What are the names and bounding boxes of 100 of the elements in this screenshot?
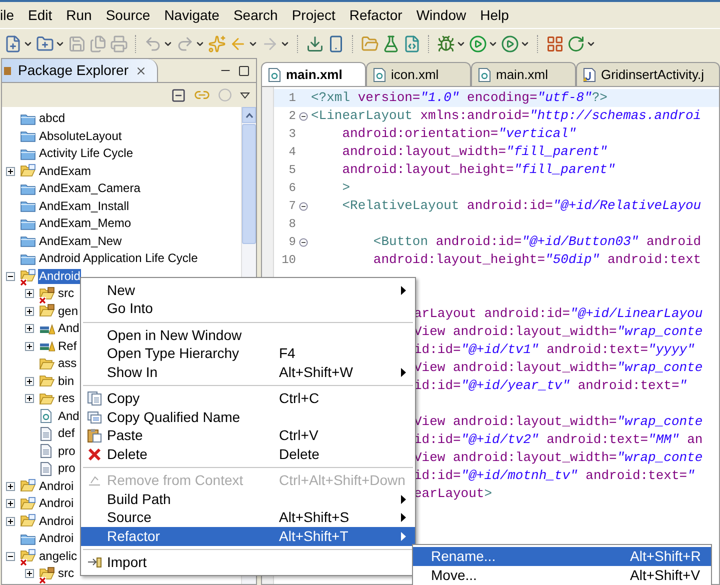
project-folder-icon bbox=[20, 164, 36, 178]
tree-item[interactable]: res bbox=[57, 391, 76, 406]
menu-bar-item[interactable]: Refactor bbox=[349, 4, 402, 26]
folder-icon bbox=[20, 182, 36, 196]
menu-bar-item[interactable]: Edit bbox=[28, 4, 52, 26]
menu-item[interactable]: Copy Qualified Name bbox=[81, 408, 415, 426]
menu-item[interactable]: Copy Ctrl+C bbox=[81, 390, 415, 408]
tree-item[interactable]: AndExam_Install bbox=[38, 198, 130, 214]
expand-toggle-icon[interactable] bbox=[25, 306, 34, 316]
expand-toggle-icon[interactable] bbox=[25, 342, 34, 351]
tree-item[interactable]: angelic bbox=[38, 548, 78, 564]
code-file-icon[interactable] bbox=[403, 34, 421, 52]
code-line: id:id="@+id/tv2" android:text="MM" an bbox=[414, 431, 703, 449]
menu-item[interactable]: Show In Alt+Shift+W bbox=[81, 363, 415, 382]
menu-bar-item[interactable]: Navigate bbox=[164, 4, 220, 26]
tree-item[interactable]: Android bbox=[38, 268, 82, 284]
project-folder-icon bbox=[20, 269, 36, 284]
tree-item[interactable]: AndExam_Memo bbox=[38, 216, 132, 232]
fold-icon[interactable] bbox=[299, 112, 308, 120]
tree-item[interactable]: AbsoluteLayout bbox=[38, 128, 123, 144]
code-line: <Button android:id="@+id/Button03" android bbox=[372, 233, 702, 251]
menu-item[interactable]: Delete Delete bbox=[81, 445, 415, 464]
play-tool-icon[interactable] bbox=[501, 34, 519, 52]
scrollbar-thumb[interactable] bbox=[242, 124, 256, 244]
expand-toggle-icon[interactable] bbox=[6, 516, 15, 526]
collapse-all-icon[interactable] bbox=[171, 88, 186, 102]
editor-tab[interactable]: GridinsertActivity.j bbox=[576, 62, 720, 86]
menu-item[interactable]: Open in New Window bbox=[81, 326, 415, 344]
tree-item[interactable]: ass bbox=[57, 356, 78, 372]
expand-toggle-icon[interactable] bbox=[25, 569, 34, 578]
folder-icon bbox=[39, 392, 55, 406]
bug-icon[interactable] bbox=[437, 34, 455, 52]
expand-toggle-icon[interactable] bbox=[6, 552, 15, 561]
menu-bar-item[interactable]: ile bbox=[0, 4, 14, 26]
tree-item[interactable]: Ref bbox=[57, 338, 78, 354]
expand-toggle-icon[interactable] bbox=[25, 289, 34, 298]
expand-toggle-icon[interactable] bbox=[6, 166, 15, 176]
tree-item[interactable]: AndExam_Camera bbox=[38, 181, 142, 196]
editor-tab[interactable]: main.xml bbox=[471, 62, 576, 86]
menu-item[interactable]: Open Type Hierarchy F4 bbox=[81, 344, 415, 363]
refresh-icon[interactable] bbox=[567, 34, 585, 52]
file-icon bbox=[39, 462, 53, 476]
new-folder-icon[interactable] bbox=[36, 34, 54, 52]
expand-toggle-icon[interactable] bbox=[6, 272, 15, 281]
menu-item[interactable]: Refactor Alt+Shift+T bbox=[81, 527, 415, 546]
tree-item[interactable]: abcd bbox=[38, 111, 66, 126]
tree-item[interactable]: And bbox=[57, 321, 80, 336]
close-icon[interactable] bbox=[134, 64, 147, 76]
tree-item[interactable]: Androi bbox=[38, 514, 75, 529]
tree-item[interactable]: AndExam bbox=[38, 164, 92, 179]
flask-icon[interactable] bbox=[382, 34, 400, 52]
menu-bar-item[interactable]: Run bbox=[66, 4, 92, 26]
menu-item[interactable]: Go Into bbox=[81, 300, 415, 318]
menu-item[interactable]: Paste Ctrl+V bbox=[81, 426, 415, 445]
menu-bar-item[interactable]: Help bbox=[480, 4, 509, 26]
expand-toggle-icon[interactable] bbox=[6, 499, 15, 508]
expand-toggle-icon[interactable] bbox=[25, 394, 34, 404]
tree-item[interactable]: gen bbox=[57, 304, 80, 319]
tree-item[interactable]: AndExam_New bbox=[38, 234, 123, 249]
view-menu-icon[interactable] bbox=[240, 92, 250, 98]
tree-item[interactable]: Androi bbox=[38, 478, 75, 494]
fold-icon[interactable] bbox=[299, 238, 308, 246]
import-icon bbox=[86, 555, 102, 570]
view-tab[interactable]: Package Explorer bbox=[2, 59, 158, 82]
editor-tab[interactable]: icon.xml bbox=[366, 62, 471, 86]
expand-toggle-icon[interactable] bbox=[25, 324, 34, 334]
menu-item[interactable]: Rename... Alt+Shift+R bbox=[413, 547, 711, 566]
menu-item[interactable]: Source Alt+Shift+S bbox=[81, 508, 415, 527]
expand-toggle-icon[interactable] bbox=[6, 482, 15, 491]
menu-item[interactable]: Move... Alt+Shift+V bbox=[413, 566, 711, 585]
tree-item[interactable]: pro bbox=[57, 444, 76, 459]
expand-toggle-icon[interactable] bbox=[25, 376, 34, 386]
line-number: 6 bbox=[288, 180, 296, 197]
new-file-icon[interactable] bbox=[4, 34, 22, 52]
tree-item[interactable]: Android Application Life Cycle bbox=[38, 251, 199, 266]
tree-item[interactable]: Androi bbox=[38, 531, 75, 546]
tree-item[interactable]: bin bbox=[57, 374, 76, 389]
copy-icon bbox=[86, 410, 102, 425]
editor-tab[interactable]: main.xml bbox=[261, 62, 366, 86]
tree-item[interactable]: src bbox=[57, 566, 75, 582]
menu-bar-item[interactable]: Source bbox=[106, 4, 150, 26]
tree-item[interactable]: pro bbox=[57, 461, 76, 476]
menu-bar-item[interactable]: Search bbox=[233, 4, 278, 26]
menu-item[interactable]: Build Path bbox=[81, 490, 415, 508]
phone-icon[interactable] bbox=[327, 34, 345, 52]
tree-item[interactable]: def bbox=[57, 426, 76, 442]
fold-icon[interactable] bbox=[299, 202, 308, 210]
menu-item[interactable]: Import bbox=[81, 554, 415, 572]
delete-icon bbox=[86, 446, 102, 462]
menu-bar-item[interactable]: Window bbox=[416, 4, 466, 26]
grid-icon[interactable] bbox=[546, 34, 564, 52]
tree-item[interactable]: And bbox=[57, 408, 80, 424]
tree-item[interactable]: src bbox=[57, 286, 75, 302]
maximize-icon[interactable] bbox=[238, 64, 250, 76]
tree-item[interactable]: Activity Life Cycle bbox=[38, 146, 134, 162]
menu-item[interactable]: New bbox=[81, 281, 415, 300]
tree-item[interactable]: Androi bbox=[38, 496, 75, 512]
project-folder-icon bbox=[20, 496, 36, 511]
download-icon[interactable] bbox=[306, 34, 324, 52]
menu-bar-item[interactable]: Project bbox=[292, 4, 336, 26]
